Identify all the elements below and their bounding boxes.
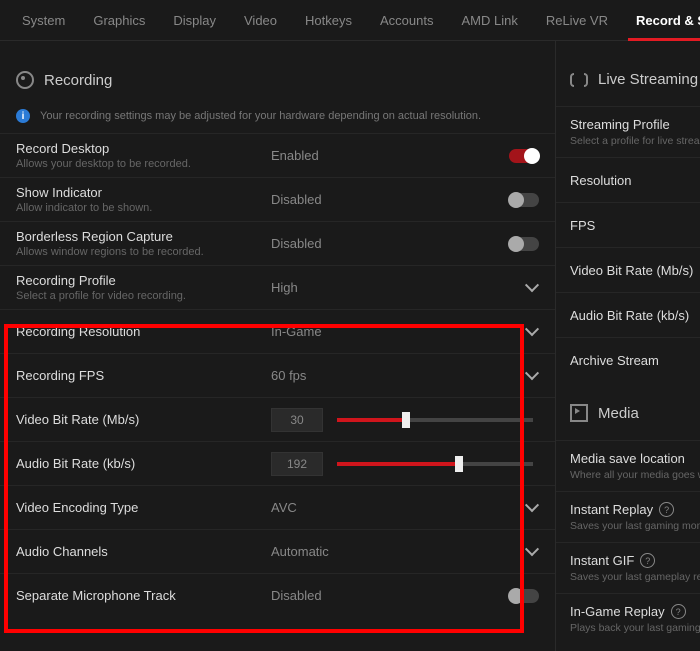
borderless-label: Borderless Region Capture (16, 229, 271, 244)
vbitrate-slider[interactable] (337, 418, 533, 422)
abitrate-label: Audio Bit Rate (kb/s) (16, 456, 271, 471)
encoding-value: AVC (271, 500, 297, 515)
media-item-instant-gif[interactable]: Instant GIF? Saves your last gameplay re… (556, 542, 700, 593)
vbitrate-input[interactable]: 30 (271, 408, 323, 432)
vbitrate-fill (337, 418, 406, 422)
media-item-save-location[interactable]: Media save location Where all your media… (556, 440, 700, 491)
resolution-value: In-Game (271, 324, 322, 339)
help-icon[interactable]: ? (671, 604, 686, 619)
media-icon (570, 404, 588, 422)
live-profile-label: Streaming Profile (570, 117, 700, 132)
tab-system[interactable]: System (8, 0, 79, 40)
tab-accounts[interactable]: Accounts (366, 0, 447, 40)
channels-value: Automatic (271, 544, 329, 559)
recording-header: Recording (0, 41, 555, 107)
mic-label: Separate Microphone Track (16, 588, 271, 603)
recording-panel: Recording i Your recording settings may … (0, 41, 555, 651)
live-profile-sub: Select a profile for live streaming. (570, 135, 700, 147)
media-title: Media (598, 405, 639, 422)
abitrate-input[interactable]: 192 (271, 452, 323, 476)
broadcast-icon (570, 73, 588, 87)
top-tabs: System Graphics Display Video Hotkeys Ac… (0, 0, 700, 41)
show-indicator-label: Show Indicator (16, 185, 271, 200)
row-encoding-type[interactable]: Video Encoding Type AVC (0, 485, 555, 529)
fps-label: Recording FPS (16, 368, 271, 383)
tab-display[interactable]: Display (159, 0, 230, 40)
abitrate-thumb[interactable] (455, 456, 463, 472)
row-video-bitrate: Video Bit Rate (Mb/s) 30 (0, 397, 555, 441)
record-desktop-label: Record Desktop (16, 141, 271, 156)
borderless-value: Disabled (271, 236, 322, 251)
live-item-fps[interactable]: FPS (556, 202, 700, 247)
chevron-down-icon (527, 371, 537, 381)
row-recording-resolution[interactable]: Recording Resolution In-Game (0, 309, 555, 353)
live-item-abitrate[interactable]: Audio Bit Rate (kb/s) (556, 292, 700, 337)
chevron-down-icon (527, 503, 537, 513)
live-header: Live Streaming (556, 41, 700, 106)
show-indicator-sub: Allow indicator to be shown. (16, 202, 271, 214)
media-item-ingame-replay[interactable]: In-Game Replay? Plays back your last gam… (556, 593, 700, 644)
row-audio-bitrate: Audio Bit Rate (kb/s) 192 (0, 441, 555, 485)
row-record-desktop: Record Desktop Allows your desktop to be… (0, 133, 555, 177)
tab-relive-vr[interactable]: ReLive VR (532, 0, 622, 40)
media-header: Media (556, 382, 700, 440)
fps-value: 60 fps (271, 368, 306, 383)
mic-toggle[interactable] (509, 589, 539, 603)
record-desktop-value: Enabled (271, 148, 319, 163)
profile-value: High (271, 280, 298, 295)
borderless-toggle[interactable] (509, 237, 539, 251)
help-icon[interactable]: ? (640, 553, 655, 568)
chevron-down-icon (527, 327, 537, 337)
media-item-instant-replay[interactable]: Instant Replay? Saves your last gaming m… (556, 491, 700, 542)
info-icon: i (16, 109, 30, 123)
show-indicator-toggle[interactable] (509, 193, 539, 207)
live-item-vbitrate[interactable]: Video Bit Rate (Mb/s) (556, 247, 700, 292)
row-mic-track: Separate Microphone Track Disabled (0, 573, 555, 617)
row-show-indicator: Show Indicator Allow indicator to be sho… (0, 177, 555, 221)
record-desktop-toggle[interactable] (509, 149, 539, 163)
row-recording-fps[interactable]: Recording FPS 60 fps (0, 353, 555, 397)
media-list: Media save location Where all your media… (556, 440, 700, 644)
record-desktop-sub: Allows your desktop to be recorded. (16, 158, 271, 170)
abitrate-fill (337, 462, 459, 466)
chevron-down-icon (527, 283, 537, 293)
live-title: Live Streaming (598, 71, 698, 88)
profile-sub: Select a profile for video recording. (16, 290, 271, 302)
live-item-profile[interactable]: Streaming Profile Select a profile for l… (556, 106, 700, 157)
tab-hotkeys[interactable]: Hotkeys (291, 0, 366, 40)
show-indicator-value: Disabled (271, 192, 322, 207)
resolution-label: Recording Resolution (16, 324, 271, 339)
row-audio-channels[interactable]: Audio Channels Automatic (0, 529, 555, 573)
live-item-archive[interactable]: Archive Stream (556, 337, 700, 382)
tab-record-stream[interactable]: Record & Stream (622, 0, 700, 40)
help-icon[interactable]: ? (659, 502, 674, 517)
record-icon (16, 71, 34, 89)
vbitrate-label: Video Bit Rate (Mb/s) (16, 412, 271, 427)
borderless-sub: Allows window regions to be recorded. (16, 246, 271, 258)
row-recording-profile[interactable]: Recording Profile Select a profile for v… (0, 265, 555, 309)
mic-value: Disabled (271, 588, 322, 603)
row-borderless: Borderless Region Capture Allows window … (0, 221, 555, 265)
live-item-resolution[interactable]: Resolution (556, 157, 700, 202)
live-list: Streaming Profile Select a profile for l… (556, 106, 700, 382)
encoding-label: Video Encoding Type (16, 500, 271, 515)
recording-title: Recording (44, 72, 112, 89)
recording-info: i Your recording settings may be adjuste… (0, 107, 555, 133)
channels-label: Audio Channels (16, 544, 271, 559)
profile-label: Recording Profile (16, 273, 271, 288)
tab-amd-link[interactable]: AMD Link (447, 0, 531, 40)
recording-info-text: Your recording settings may be adjusted … (40, 110, 481, 122)
right-panel: Live Streaming Streaming Profile Select … (555, 41, 700, 651)
tab-video[interactable]: Video (230, 0, 291, 40)
vbitrate-thumb[interactable] (402, 412, 410, 428)
abitrate-slider[interactable] (337, 462, 533, 466)
chevron-down-icon (527, 547, 537, 557)
tab-graphics[interactable]: Graphics (79, 0, 159, 40)
